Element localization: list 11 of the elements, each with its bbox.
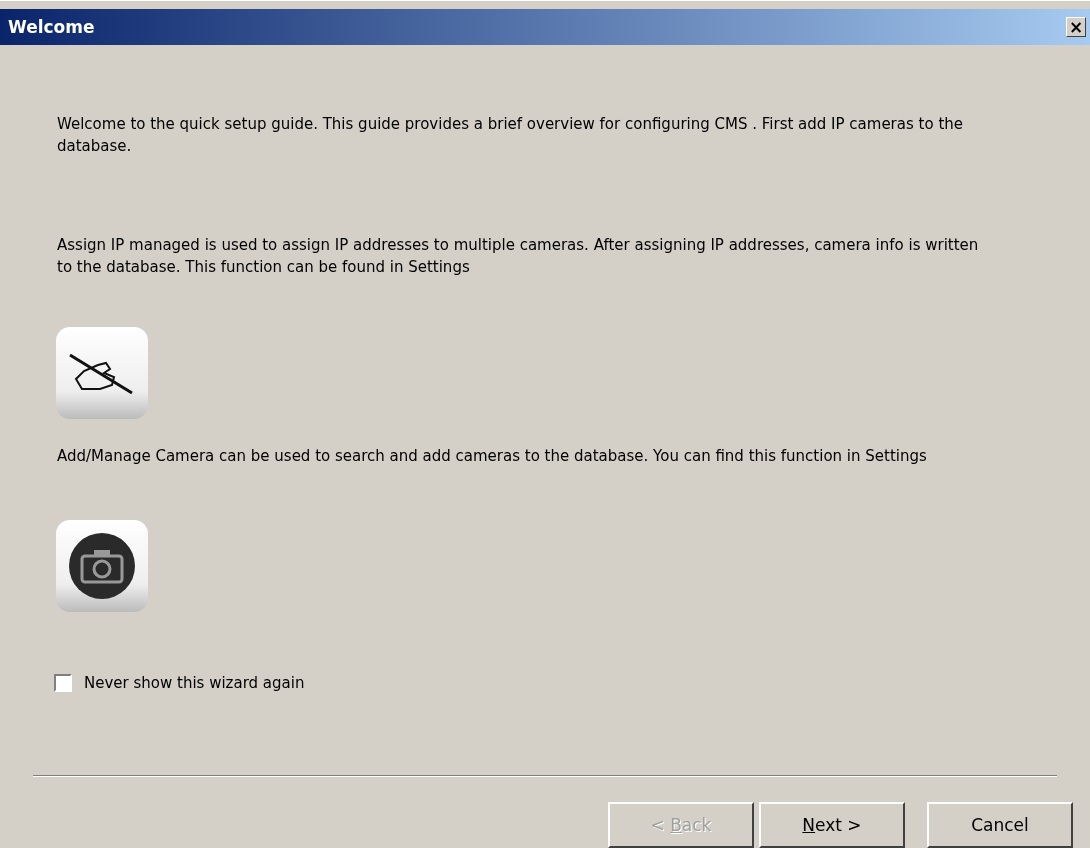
crossed-hand-icon bbox=[54, 325, 150, 421]
instruction-text: Add/Manage Camera can be used to search and add cameras to the database. You can find this function in Settings bbox=[57, 446, 928, 467]
instruction-text: Welcome to the quick setup guide. This guide provides a brief overview for configuring CMS . First add IP cameras to the database. bbox=[57, 114, 964, 157]
wizard-button[interactable]: Cancel bbox=[927, 802, 1073, 848]
checkbox-label: Never show this wizard again bbox=[84, 673, 305, 694]
checkbox[interactable] bbox=[54, 674, 72, 692]
close-button[interactable]: × bbox=[1066, 17, 1086, 37]
camera-icon bbox=[54, 518, 150, 614]
instruction-text: Assign IP managed is used to assign IP addresses to multiple cameras. After assigning IP addresses, camera info is written to the database. This function can be found in Settings bbox=[57, 235, 980, 278]
wizard-button[interactable]: Next > bbox=[759, 802, 905, 848]
window-title: Welcome bbox=[8, 17, 95, 37]
